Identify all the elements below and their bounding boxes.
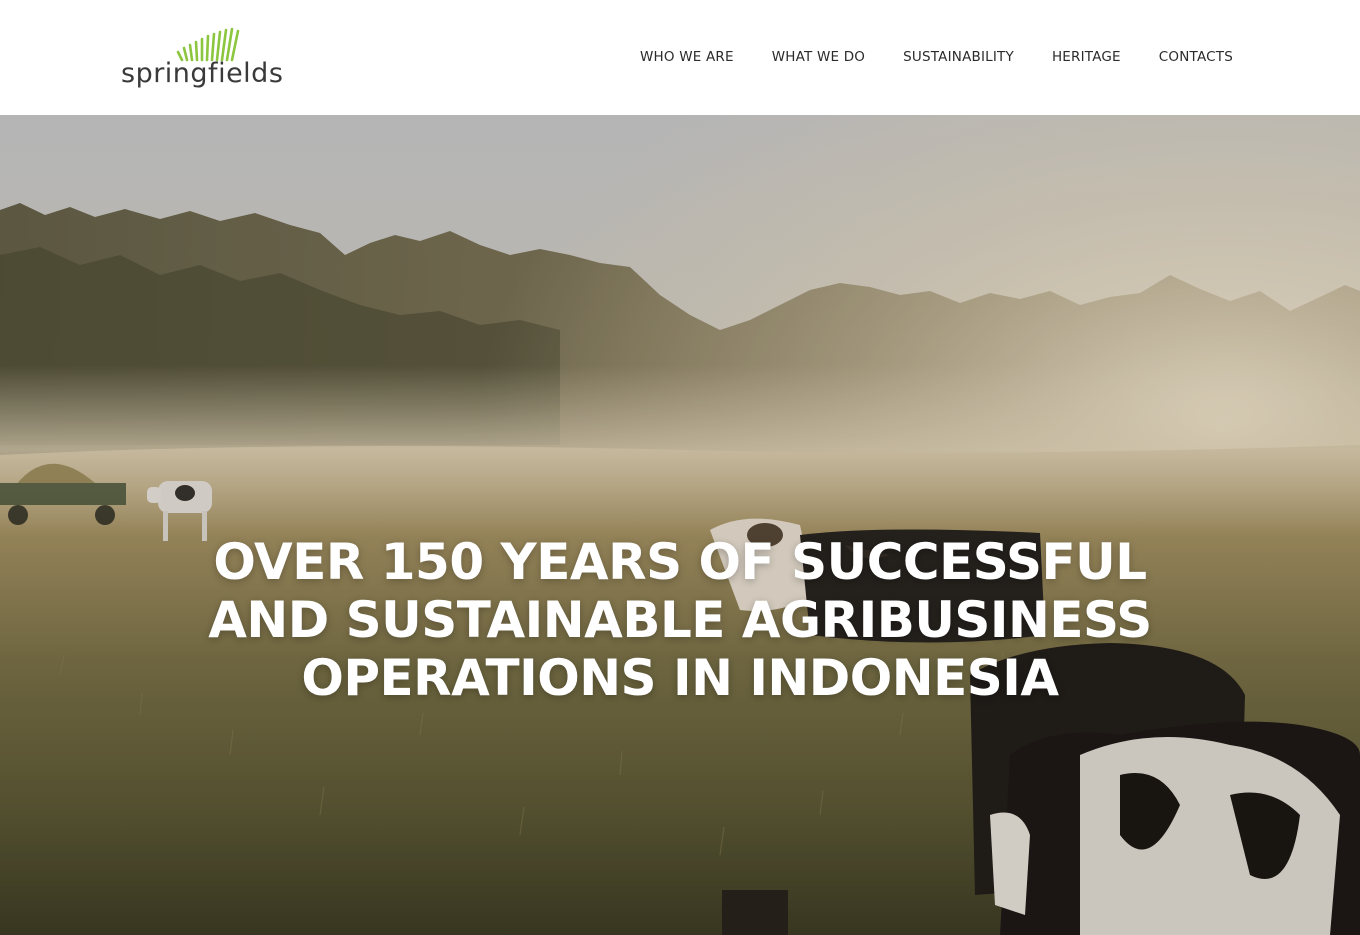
nav-sustainability[interactable]: SUSTAINABILITY	[903, 48, 1014, 66]
hero-background-image	[0, 115, 1360, 935]
hero-banner: OVER 150 YEARS OF SUCCESSFUL AND SUSTAIN…	[0, 115, 1360, 935]
nav-heritage[interactable]: HERITAGE	[1052, 48, 1121, 66]
nav-contacts[interactable]: CONTACTS	[1159, 48, 1233, 66]
hero-headline-line-3: OPERATIONS IN INDONESIA	[301, 649, 1059, 707]
nav-what-we-do[interactable]: WHAT WE DO	[772, 48, 865, 66]
logo-wordmark: springfields	[121, 58, 283, 89]
springfields-logo[interactable]: springfields	[120, 26, 300, 92]
logo-text: springfields	[121, 58, 283, 89]
hero-headline-line-1: OVER 150 YEARS OF SUCCESSFUL	[213, 533, 1147, 591]
nav-who-we-are[interactable]: WHO WE ARE	[640, 48, 734, 66]
hero-headline-line-2: AND SUSTAINABLE AGRIBUSINESS	[208, 591, 1152, 649]
site-header: springfields WHO WE ARE WHAT WE DO SUSTA…	[0, 0, 1360, 115]
main-nav: WHO WE ARE WHAT WE DO SUSTAINABILITY HER…	[640, 48, 1233, 66]
hero-headline: OVER 150 YEARS OF SUCCESSFUL AND SUSTAIN…	[130, 533, 1230, 707]
